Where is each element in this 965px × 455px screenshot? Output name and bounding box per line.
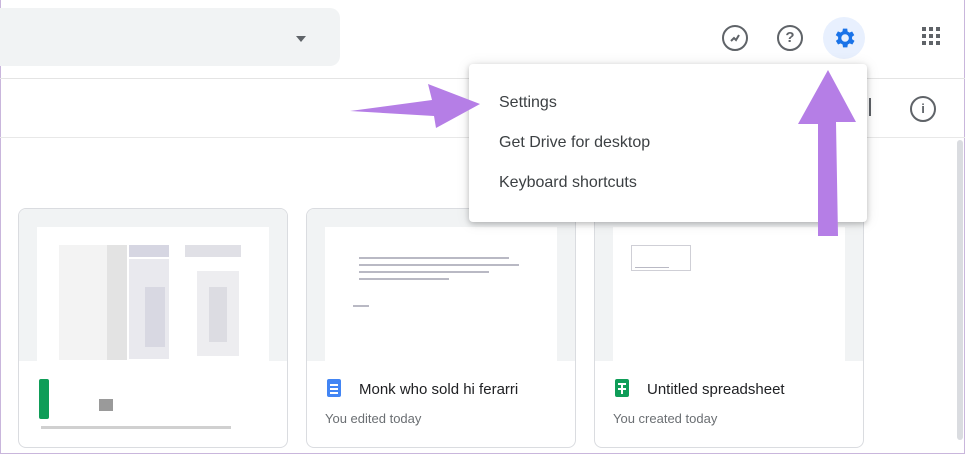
file-thumbnail	[19, 209, 287, 361]
thumbnail-page	[325, 227, 557, 361]
file-thumbnail	[307, 209, 575, 361]
spreadsheet-icon	[39, 379, 49, 419]
offline-sync-icon[interactable]	[722, 25, 748, 51]
settings-gear-button[interactable]	[823, 17, 865, 59]
help-icon[interactable]: ?	[777, 25, 803, 51]
search-bar[interactable]	[0, 8, 340, 66]
view-toggle-edge[interactable]	[869, 98, 871, 116]
settings-menu: Settings Get Drive for desktop Keyboard …	[469, 64, 867, 222]
menu-item-settings[interactable]: Settings	[499, 94, 557, 112]
menu-item-keyboard-shortcuts[interactable]: Keyboard shortcuts	[499, 174, 637, 192]
file-title: Monk who sold hi ferarri	[359, 381, 519, 398]
file-subtitle: You edited today	[325, 411, 422, 426]
file-card[interactable]: Monk who sold hi ferarri You edited toda…	[306, 208, 576, 448]
file-subtitle: You created today	[613, 411, 718, 426]
file-card[interactable]: Untitled spreadsheet You created today	[594, 208, 864, 448]
apps-grid-icon[interactable]	[922, 27, 944, 49]
info-icon[interactable]: i	[910, 96, 936, 122]
file-thumbnail	[595, 209, 863, 361]
menu-item-get-drive-desktop[interactable]: Get Drive for desktop	[499, 134, 650, 152]
sheets-icon	[615, 379, 629, 397]
settings-gear-icon	[835, 28, 855, 48]
thumbnail-page	[613, 227, 845, 361]
blurred-subtitle	[41, 426, 231, 429]
blurred-title	[99, 399, 113, 411]
file-card[interactable]	[18, 208, 288, 448]
thumbnail-page	[37, 227, 269, 361]
search-options-caret-icon[interactable]	[296, 36, 306, 42]
scrollbar[interactable]	[957, 140, 963, 440]
docs-icon	[327, 379, 341, 397]
file-title: Untitled spreadsheet	[647, 381, 785, 398]
